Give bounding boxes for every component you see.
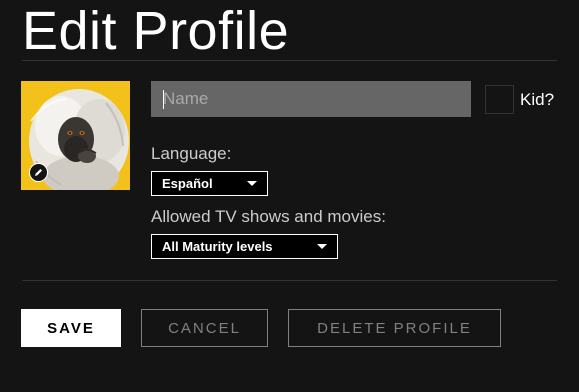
save-button[interactable]: SAVE	[21, 309, 121, 347]
top-divider	[22, 60, 557, 61]
bottom-divider	[22, 280, 557, 281]
language-selected-value: Español	[162, 176, 213, 191]
maturity-dropdown[interactable]: All Maturity levels	[151, 234, 338, 259]
maturity-label: Allowed TV shows and movies:	[151, 207, 386, 226]
edit-profile-page: Edit Profile Name Kid? Language: Español…	[0, 0, 579, 392]
text-caret	[163, 90, 164, 109]
chevron-down-icon	[247, 181, 257, 186]
maturity-selected-value: All Maturity levels	[162, 239, 273, 254]
delete-profile-button[interactable]: DELETE PROFILE	[288, 309, 501, 347]
page-title: Edit Profile	[22, 1, 290, 61]
language-dropdown[interactable]: Español	[151, 171, 268, 196]
kid-checkbox[interactable]	[485, 85, 514, 114]
language-label: Language:	[151, 144, 232, 163]
kid-label[interactable]: Kid?	[520, 89, 554, 111]
profile-avatar[interactable]	[21, 81, 130, 190]
pencil-icon[interactable]	[29, 163, 48, 182]
cancel-button[interactable]: CANCEL	[141, 309, 268, 347]
name-input[interactable]	[151, 81, 471, 117]
chevron-down-icon	[317, 244, 327, 249]
